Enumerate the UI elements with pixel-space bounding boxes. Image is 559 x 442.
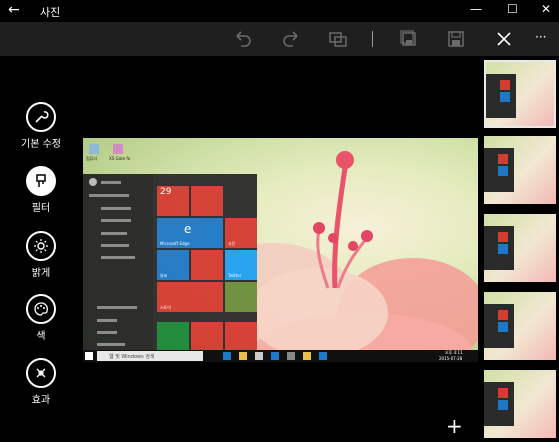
filter-icon bbox=[26, 166, 56, 196]
photo-canvas[interactable]: 컴퓨터 XS Gate fo 29 e Microsoft Edge 사진 날씨… bbox=[83, 138, 478, 362]
photos-tile: 사진 bbox=[225, 218, 257, 248]
calendar-date: 29 bbox=[160, 187, 172, 197]
title-bar: ← 사진 — ☐ ✕ bbox=[0, 0, 559, 22]
calendar-tile: 29 bbox=[157, 186, 189, 216]
thumbnail-tile bbox=[500, 80, 510, 90]
thumbnail-tile bbox=[498, 310, 508, 320]
sidebar-item-basic-fix[interactable]: 기본 수정 bbox=[0, 102, 82, 150]
start-menu-line bbox=[101, 232, 127, 235]
thumbnail-tile bbox=[498, 388, 508, 398]
undo-icon[interactable] bbox=[232, 28, 254, 50]
user-avatar bbox=[89, 178, 97, 186]
start-menu-line bbox=[89, 194, 129, 197]
search-placeholder: 웹 및 Windows 검색 bbox=[109, 354, 155, 360]
movies-tile bbox=[225, 322, 257, 350]
store-taskbar-icon bbox=[255, 352, 263, 360]
sidebar-item-effects[interactable]: 효과 bbox=[0, 358, 82, 406]
edge-icon: e bbox=[184, 222, 192, 236]
more-options-icon[interactable]: ··· bbox=[535, 30, 557, 52]
filter-thumbnail[interactable] bbox=[484, 60, 556, 128]
xbox-tile bbox=[157, 322, 189, 350]
close-window-icon[interactable]: ✕ bbox=[541, 2, 551, 16]
explorer-taskbar-icon bbox=[239, 352, 247, 360]
app-shortcut-icon bbox=[113, 144, 123, 154]
save-copy-icon[interactable] bbox=[398, 28, 420, 50]
filter-thumbnail[interactable] bbox=[484, 214, 556, 282]
thumbnail-tile bbox=[500, 92, 510, 102]
tile-label: Microsoft Edge bbox=[160, 241, 190, 246]
folder-taskbar-icon bbox=[303, 352, 311, 360]
filter-thumbnail[interactable] bbox=[484, 292, 556, 360]
start-menu: 29 e Microsoft Edge 사진 날씨 Twitter 스토어 bbox=[83, 174, 257, 350]
twitter-tile: Twitter bbox=[225, 250, 257, 280]
app-title: 사진 bbox=[40, 6, 61, 19]
start-menu-list bbox=[83, 174, 153, 350]
toolbar: ··· bbox=[0, 22, 559, 56]
taskbar-search-box: 웹 및 Windows 검색 bbox=[97, 351, 203, 361]
add-icon[interactable]: + bbox=[446, 414, 463, 438]
filter-thumbnail[interactable] bbox=[484, 370, 556, 438]
save-icon[interactable] bbox=[445, 28, 467, 50]
start-menu-line bbox=[97, 343, 125, 346]
sidebar-item-label: 효과 bbox=[31, 395, 51, 406]
sidebar-item-label: 기본 수정 bbox=[21, 139, 61, 150]
desktop-icon-label: XS Gate fo bbox=[109, 156, 131, 161]
store-tile: 스토어 bbox=[157, 282, 223, 312]
start-menu-line bbox=[101, 207, 131, 210]
groove-tile bbox=[191, 322, 223, 350]
wrench-icon bbox=[26, 102, 56, 132]
start-menu-line bbox=[97, 306, 137, 309]
compare-icon[interactable] bbox=[327, 28, 349, 50]
close-edit-icon[interactable] bbox=[493, 28, 515, 50]
minimize-icon[interactable]: — bbox=[470, 2, 482, 16]
start-menu-line bbox=[97, 319, 117, 322]
tile-label: 스토어 bbox=[160, 305, 172, 310]
thumbnail-tile bbox=[498, 400, 508, 410]
sidebar-item-label: 색 bbox=[36, 331, 46, 342]
start-menu-line bbox=[97, 331, 117, 334]
windows-start-icon bbox=[85, 352, 93, 360]
photos-taskbar-icon bbox=[319, 352, 327, 360]
computer-icon bbox=[89, 144, 99, 154]
edge-taskbar-icon bbox=[223, 352, 231, 360]
palette-icon bbox=[26, 294, 56, 324]
thumbnail-tile bbox=[498, 322, 508, 332]
maximize-icon[interactable]: ☐ bbox=[507, 2, 518, 16]
start-menu-line bbox=[101, 244, 129, 247]
thumbnail-tile bbox=[498, 166, 508, 176]
sidebar-item-color[interactable]: 색 bbox=[0, 294, 82, 342]
news-tile bbox=[191, 250, 223, 280]
app-taskbar-icon bbox=[287, 352, 295, 360]
effects-icon bbox=[26, 358, 56, 388]
minecraft-tile bbox=[225, 282, 257, 312]
thumbnail-tile bbox=[498, 244, 508, 254]
tile-label: 날씨 bbox=[160, 273, 168, 278]
sidebar-item-filter[interactable]: 필터 bbox=[0, 166, 82, 214]
sidebar-item-label: 필터 bbox=[31, 203, 51, 214]
start-menu-line bbox=[101, 181, 121, 184]
sidebar-item-label: 밝게 bbox=[31, 268, 51, 279]
start-menu-line bbox=[101, 256, 135, 259]
mail-taskbar-icon bbox=[271, 352, 279, 360]
weather-tile: 날씨 bbox=[157, 250, 189, 280]
brightness-icon bbox=[26, 231, 56, 261]
taskbar-date: 2015-07-28 bbox=[439, 356, 463, 361]
tile-label: 사진 bbox=[228, 241, 236, 246]
back-arrow-icon[interactable]: ← bbox=[8, 2, 20, 18]
edge-tile: e Microsoft Edge bbox=[157, 218, 223, 248]
thumbnail-tile bbox=[498, 232, 508, 242]
filter-thumbnail[interactable] bbox=[484, 136, 556, 204]
redo-icon[interactable] bbox=[280, 28, 302, 50]
taskbar: 웹 및 Windows 검색 오후 4:11 2015-07-28 bbox=[83, 350, 478, 362]
desktop-icon-label: 컴퓨터 bbox=[86, 156, 98, 161]
sidebar-item-light[interactable]: 밝게 bbox=[0, 231, 82, 279]
thumbnail-tile bbox=[498, 154, 508, 164]
toolbar-separator bbox=[372, 31, 373, 47]
tile-label: Twitter bbox=[228, 273, 242, 278]
mail-tile bbox=[191, 186, 223, 216]
start-menu-line bbox=[101, 219, 131, 222]
